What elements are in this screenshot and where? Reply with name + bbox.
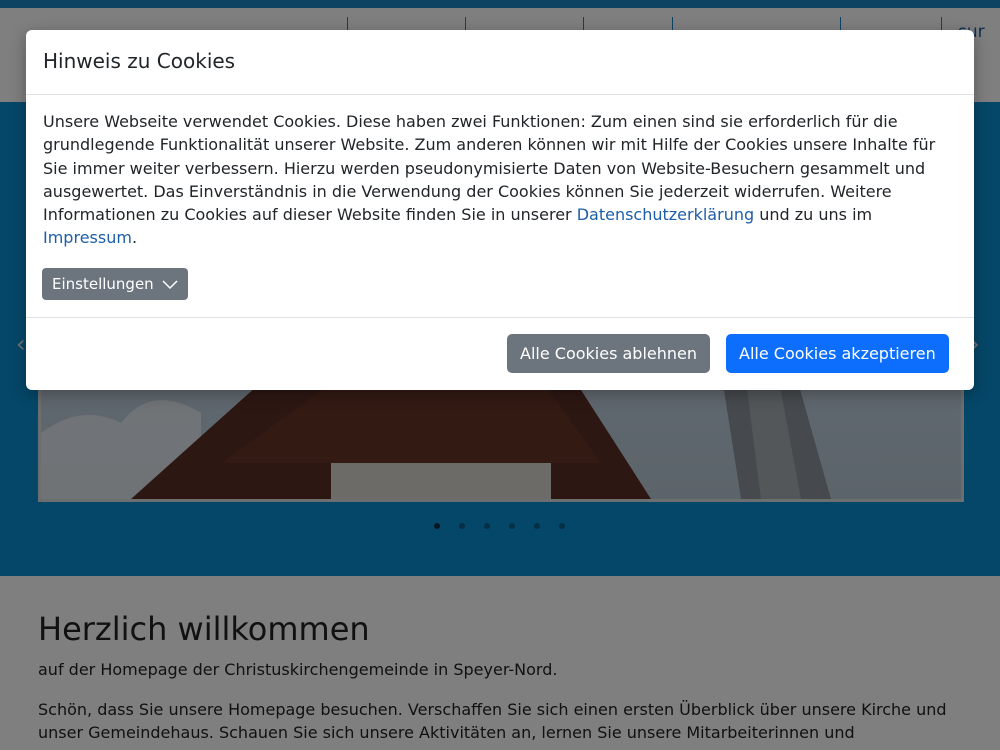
accept-all-cookies-button[interactable]: Alle Cookies akzeptieren <box>726 334 949 373</box>
imprint-link[interactable]: Impressum <box>43 228 132 247</box>
cookie-notice-text: Unsere Webseite verwendet Cookies. Diese… <box>43 110 961 250</box>
reject-all-cookies-button[interactable]: Alle Cookies ablehnen <box>507 334 711 373</box>
settings-toggle-button[interactable]: Einstellungen <box>42 268 189 301</box>
cookie-text-part3: . <box>131 228 138 248</box>
settings-label: Einstellungen <box>52 275 154 293</box>
modal-title: Hinweis zu Cookies <box>43 49 236 73</box>
modal-footer: Alle Cookies ablehnen Alle Cookies akzep… <box>26 317 974 390</box>
cookie-consent-modal: Hinweis zu Cookies Unsere Webseite verwe… <box>26 30 974 390</box>
chevron-down-icon <box>162 269 178 301</box>
privacy-policy-link[interactable]: Datenschutzerklärung <box>577 205 754 224</box>
modal-header: Hinweis zu Cookies <box>26 30 974 95</box>
cookie-text-part2: und zu uns im <box>754 205 873 225</box>
